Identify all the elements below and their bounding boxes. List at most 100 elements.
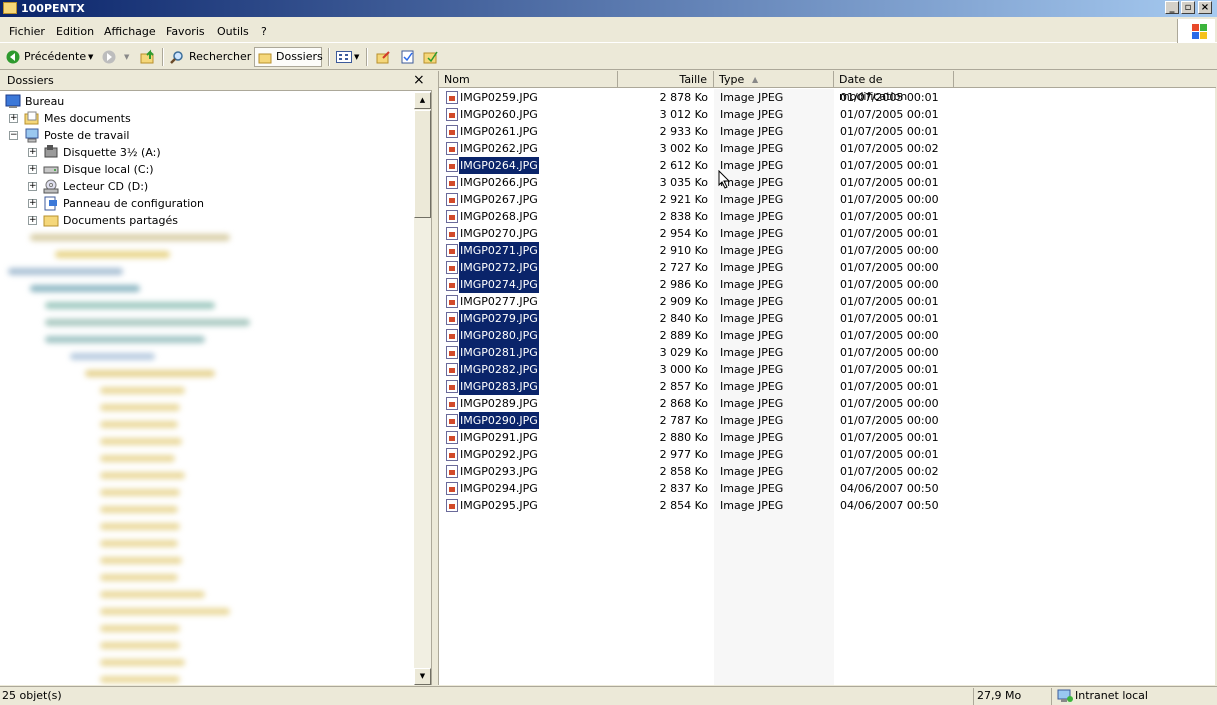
scroll-up-button[interactable]: ▲ [414,92,431,109]
file-row[interactable]: IMGP0261.JPG 2 933 Ko Image JPEG 01/07/2005… [439,123,1216,140]
file-row[interactable]: IMGP0262.JPG 3 002 Ko Image JPEG 01/07/2005… [439,140,1216,157]
scroll-thumb[interactable] [414,110,431,218]
expand-icon[interactable]: + [28,199,37,208]
file-row[interactable]: IMGP0272.JPG 2 727 Ko Image JPEG 01/07/2005… [439,259,1216,276]
expand-icon[interactable]: + [9,114,18,123]
menu-favoris[interactable]: Favoris [166,25,205,38]
expand-icon[interactable]: + [28,165,37,174]
menu-help[interactable]: ? [261,25,267,38]
file-size: 2 977 Ko [659,448,708,461]
file-row[interactable]: IMGP0260.JPG 3 012 Ko Image JPEG 01/07/2005… [439,106,1216,123]
up-folder-button[interactable] [138,47,158,67]
file-row[interactable]: IMGP0281.JPG 3 029 Ko Image JPEG 01/07/2005… [439,344,1216,361]
expand-icon[interactable]: + [28,148,37,157]
file-row[interactable]: IMGP0274.JPG 2 986 Ko Image JPEG 01/07/2005… [439,276,1216,293]
file-name: IMGP0264.JPG [459,157,539,174]
expand-icon[interactable]: + [28,182,37,191]
blurred-tree-item [85,370,215,377]
column-header-name[interactable]: Nom [439,71,618,88]
title-bar[interactable]: 100PENTX _ ▫ × [0,0,1217,17]
menu-fichier[interactable]: Fichier [9,25,45,38]
jpeg-file-icon [446,431,458,444]
file-row[interactable]: IMGP0294.JPG 2 837 Ko Image JPEG 04/06/2007… [439,480,1216,497]
column-header-size[interactable]: Taille [618,71,714,88]
file-date: 01/07/2005 00:02 [840,142,939,155]
blurred-tree-item [100,404,180,411]
folders-pane: Dossiers × Bureau + Mes documents − Post… [0,71,432,685]
close-icon[interactable]: × [413,72,425,88]
file-row[interactable]: IMGP0291.JPG 2 880 Ko Image JPEG 01/07/2005… [439,429,1216,446]
file-type: Image JPEG [720,363,784,376]
folder-options-button[interactable] [422,47,440,67]
column-header-date[interactable]: Date de modification [834,71,954,103]
file-row[interactable]: IMGP0295.JPG 2 854 Ko Image JPEG 04/06/2007… [439,497,1216,514]
file-date: 04/06/2007 00:50 [840,499,939,512]
folders-scrollbar[interactable]: ▲ ▼ [414,92,431,685]
file-row[interactable]: IMGP0259.JPG 2 878 Ko Image JPEG 01/07/2005… [439,89,1216,106]
back-button[interactable]: Précédente ▼ [4,47,98,67]
file-type: Image JPEG [720,142,784,155]
blurred-tree-item [100,557,182,564]
file-row[interactable]: IMGP0292.JPG 2 977 Ko Image JPEG 01/07/2005… [439,446,1216,463]
file-row[interactable]: IMGP0279.JPG 2 840 Ko Image JPEG 01/07/2005… [439,310,1216,327]
toolbar-separator [162,48,164,66]
folders-toggle-button[interactable]: Dossiers [254,47,323,67]
menu-edition[interactable]: Edition [56,25,94,38]
file-row[interactable]: IMGP0271.JPG 2 910 Ko Image JPEG 01/07/2005… [439,242,1216,259]
file-row[interactable]: IMGP0282.JPG 3 000 Ko Image JPEG 01/07/2005… [439,361,1216,378]
file-row[interactable]: IMGP0290.JPG 2 787 Ko Image JPEG 01/07/2005… [439,412,1216,429]
file-row[interactable]: IMGP0266.JPG 3 035 Ko Image JPEG 01/07/2005… [439,174,1216,191]
minimize-button[interactable]: _ [1165,1,1179,14]
file-row[interactable]: IMGP0283.JPG 2 857 Ko Image JPEG 01/07/2005… [439,378,1216,395]
copy-to-button[interactable] [399,47,417,67]
file-size: 2 787 Ko [659,414,708,427]
file-size: 2 868 Ko [659,397,708,410]
blurred-tree-item [100,625,180,632]
file-date: 01/07/2005 00:01 [840,108,939,121]
back-label: Précédente [24,50,87,63]
file-size: 2 838 Ko [659,210,708,223]
file-type: Image JPEG [720,431,784,444]
file-size: 2 933 Ko [659,125,708,138]
close-button[interactable]: × [1198,1,1212,14]
column-header-type[interactable]: Type ▲ [714,71,834,88]
file-name: IMGP0271.JPG [459,242,539,259]
jpeg-file-icon [446,278,458,291]
file-name: IMGP0290.JPG [459,412,539,429]
file-row[interactable]: IMGP0293.JPG 2 858 Ko Image JPEG 01/07/2005… [439,463,1216,480]
jpeg-file-icon [446,380,458,393]
file-row[interactable]: IMGP0270.JPG 2 954 Ko Image JPEG 01/07/2005… [439,225,1216,242]
file-size: 2 857 Ko [659,380,708,393]
menu-outils[interactable]: Outils [217,25,249,38]
file-row[interactable]: IMGP0289.JPG 2 868 Ko Image JPEG 01/07/2005… [439,395,1216,412]
file-size: 3 035 Ko [659,176,708,189]
file-row[interactable]: IMGP0268.JPG 2 838 Ko Image JPEG 01/07/2005… [439,208,1216,225]
control-panel-icon [44,196,57,211]
file-name: IMGP0281.JPG [459,344,539,361]
scroll-down-button[interactable]: ▼ [414,668,431,685]
file-row[interactable]: IMGP0277.JPG 2 909 Ko Image JPEG 01/07/2005… [439,293,1216,310]
file-row[interactable]: IMGP0280.JPG 2 889 Ko Image JPEG 01/07/2005… [439,327,1216,344]
views-button[interactable]: ▼ [334,47,362,67]
move-to-button[interactable] [374,47,392,67]
folder-tree[interactable]: Bureau + Mes documents − Poste de travai… [0,92,414,685]
file-row[interactable]: IMGP0264.JPG 2 612 Ko Image JPEG 01/07/2005… [439,157,1216,174]
computer-icon [25,128,39,143]
tree-item-label: Disque local (C:) [63,163,154,176]
restore-button[interactable]: ▫ [1181,1,1195,14]
file-name: IMGP0283.JPG [459,378,539,395]
jpeg-file-icon [446,397,458,410]
file-list[interactable]: Nom Taille Type ▲ Date de modification I… [438,71,1216,685]
forward-button[interactable]: ▼ [100,47,134,67]
expand-icon[interactable]: + [28,216,37,225]
back-arrow-icon [6,50,20,64]
search-button[interactable]: Rechercher [168,47,251,67]
menu-affichage[interactable]: Affichage [104,25,156,38]
chevron-down-icon[interactable]: ▼ [88,47,93,67]
file-row[interactable]: IMGP0267.JPG 2 921 Ko Image JPEG 01/07/2005… [439,191,1216,208]
column-header-type-label: Type [719,73,745,86]
file-size: 3 012 Ko [659,108,708,121]
chevron-down-icon[interactable]: ▼ [124,47,129,67]
file-type: Image JPEG [720,125,784,138]
collapse-icon[interactable]: − [9,131,18,140]
